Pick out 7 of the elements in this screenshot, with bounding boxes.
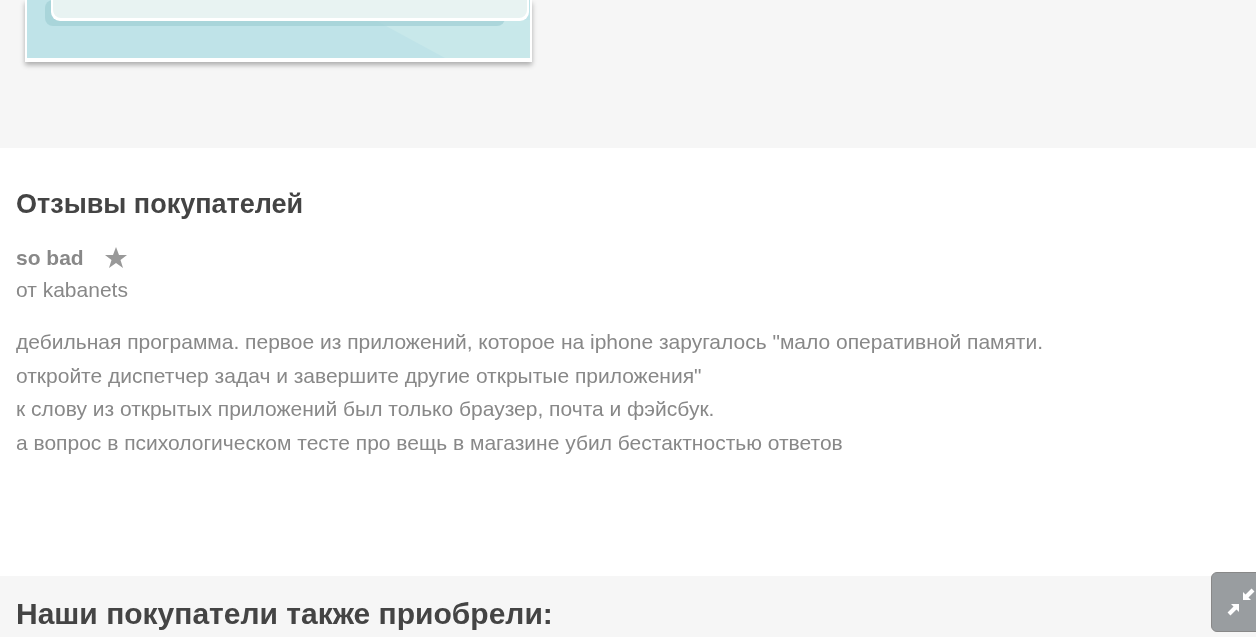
section-title: Наши покупатели также приобрели: (16, 596, 554, 632)
section-title: Отзывы покупателей (16, 188, 305, 221)
star-icon (103, 246, 128, 271)
review-author: от kabanets (16, 276, 129, 303)
collapse-button[interactable] (1211, 572, 1256, 632)
review-title: so bad (16, 245, 84, 272)
review-text: дебильная программа. первое из приложений, которое на iphone заругалось "мало оперативной памяти. откройте диспетчер задач и завершите другие открытые приложения" к слову из открытых приложений был только браузер, почта и фэйсбук. а вопрос в психологическом тесте про вещь в магазине убил бестактностью ответов (16, 329, 1045, 456)
